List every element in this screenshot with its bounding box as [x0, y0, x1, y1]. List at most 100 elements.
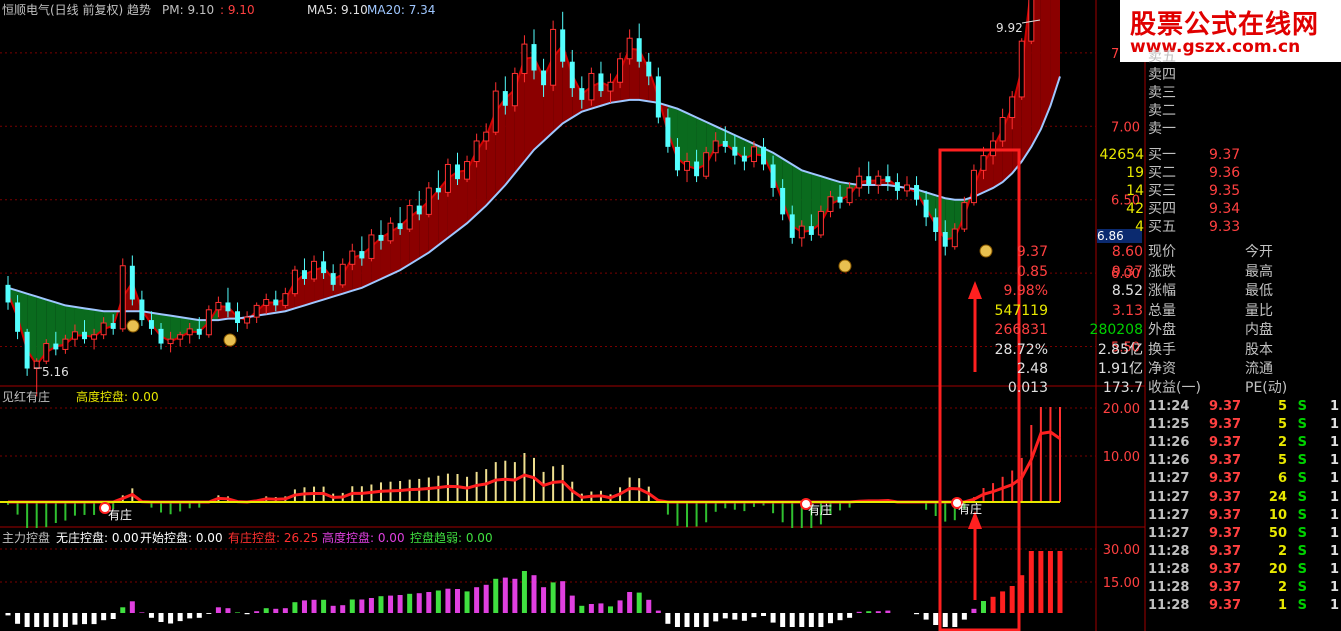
candle-body — [961, 202, 968, 230]
candle-body — [808, 226, 814, 235]
indicator2-bar — [321, 599, 327, 613]
candle — [866, 161, 872, 194]
candle-body — [990, 140, 997, 157]
buy-level-price: 9.33 — [1209, 219, 1241, 235]
candle-body — [100, 322, 107, 336]
stat-label: 净资 — [1148, 361, 1176, 377]
indicator2-bar — [761, 613, 767, 616]
candle-body — [798, 225, 805, 239]
candle-body — [139, 299, 145, 321]
indicator2-bar — [235, 612, 241, 613]
money-bag-icon — [979, 244, 993, 258]
candle — [894, 173, 900, 200]
buy-level-volume: 42 — [1126, 201, 1144, 217]
candle-body — [914, 185, 920, 200]
candle-body — [62, 338, 69, 350]
trade-side: S — [1297, 435, 1307, 451]
candle-body — [923, 199, 929, 218]
candle — [970, 164, 977, 206]
stat-label: 股本 — [1245, 342, 1273, 358]
candle-body — [378, 234, 384, 241]
trade-volume: 1 — [1277, 598, 1287, 614]
indicator2-bar — [24, 613, 30, 627]
indicator2-bar — [818, 613, 824, 627]
stat-value: 1.91亿 — [1097, 361, 1143, 377]
indicator2-bar — [474, 587, 480, 613]
indicator2-bar — [808, 613, 814, 627]
trade-price: 9.37 — [1209, 561, 1242, 577]
stat-label: 现价 — [1148, 244, 1176, 260]
trade-side: S — [1297, 471, 1307, 487]
trade-side: S — [1297, 417, 1307, 433]
candle-body — [1028, 0, 1035, 42]
trade-row: 11:26 9.37 2 S 1 — [1145, 434, 1341, 452]
indicator2-bar — [82, 613, 88, 625]
y-tick-label: 7.00 — [1111, 120, 1140, 135]
trade-time: 11:27 — [1148, 507, 1190, 523]
candle-body — [521, 43, 528, 74]
youzhuang-label-2: 有庄 — [808, 503, 833, 517]
trade-time: 11:25 — [1148, 417, 1190, 433]
indicator2-bar — [732, 613, 738, 620]
trade-price: 9.37 — [1209, 598, 1242, 614]
money-bag-icon — [838, 259, 852, 273]
indicator2-bar — [827, 613, 833, 624]
candle — [914, 176, 920, 206]
candle-body — [703, 152, 710, 177]
candle — [5, 276, 11, 310]
candle-body — [301, 270, 307, 279]
candle-body — [531, 44, 537, 71]
indicator2-bar — [464, 591, 470, 613]
indicator2-bar — [177, 613, 183, 622]
indicator2-bar — [885, 610, 891, 613]
indicator2-bar — [502, 577, 508, 613]
candle-body — [511, 72, 518, 107]
candle-body — [225, 302, 231, 312]
candle-body — [53, 343, 59, 350]
stat-label: 换手 — [1148, 342, 1176, 358]
indicator2-bar — [799, 613, 805, 627]
trend-fill-segment — [687, 113, 697, 169]
indicator2-bar — [407, 593, 413, 613]
buy-level-volume: 19 — [1126, 165, 1144, 181]
trade-side: S — [1297, 453, 1307, 469]
stat-value: 9.37 — [1111, 263, 1143, 280]
candle-body — [492, 90, 499, 133]
trade-count: 1 — [1329, 507, 1339, 523]
candle-body — [196, 328, 202, 335]
trade-price: 9.37 — [1209, 543, 1242, 559]
indicator2-bar — [1000, 591, 1006, 613]
stat-value: 0.013 — [1007, 380, 1048, 396]
candle-body — [846, 187, 853, 204]
stat-value: 173.7 — [1102, 380, 1143, 396]
candle-body — [646, 61, 652, 77]
candle-body — [167, 338, 174, 345]
trade-count: 1 — [1329, 525, 1339, 541]
candle-body — [82, 331, 88, 340]
sell-level-2: 卖二 — [1148, 103, 1176, 119]
candle-body — [817, 210, 824, 236]
indicator2-bar — [311, 599, 317, 613]
candle-body — [722, 140, 728, 147]
indicator2-bar — [694, 613, 700, 627]
candle-body — [942, 231, 948, 247]
indicator2-bar — [158, 613, 164, 622]
indicator2-bar — [110, 613, 116, 619]
stat-label: 最高 — [1245, 263, 1273, 280]
candle-body — [235, 311, 241, 324]
indicator2-bar — [139, 612, 145, 613]
candle-body — [464, 161, 471, 180]
stat-label: 总量 — [1148, 302, 1176, 319]
candle-body — [999, 116, 1006, 142]
trade-price: 9.37 — [1209, 507, 1242, 523]
indicator2-bar — [1057, 551, 1063, 613]
candle-body — [541, 70, 547, 86]
indicator2-bar — [53, 613, 59, 627]
candle — [282, 287, 289, 309]
candle — [560, 11, 566, 68]
indicator2-bar — [244, 613, 250, 615]
stat-label: 内盘 — [1245, 322, 1273, 339]
brand-name: 股票公式在线网 — [1130, 10, 1320, 40]
trade-row: 11:27 9.37 24 S 1 — [1145, 489, 1341, 507]
trade-volume: 5 — [1277, 399, 1287, 414]
